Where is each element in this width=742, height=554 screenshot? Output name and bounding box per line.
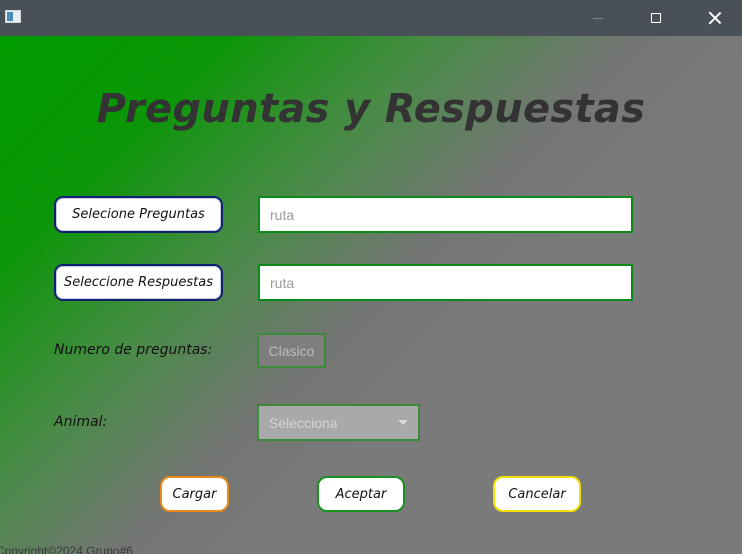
app-icon <box>5 10 21 23</box>
select-respuestas-button[interactable]: Seleccione Respuestas <box>54 264 223 301</box>
close-button[interactable] <box>686 0 742 36</box>
aceptar-button[interactable]: Aceptar <box>317 476 405 512</box>
select-preguntas-button[interactable]: Selecione Preguntas <box>54 196 223 233</box>
cargar-button[interactable]: Cargar <box>160 476 229 512</box>
animal-select-placeholder: Selecciona <box>269 414 338 431</box>
minimize-button[interactable] <box>569 0 627 36</box>
minimize-icon <box>593 17 603 19</box>
title-bar <box>0 0 742 36</box>
numero-preguntas-field: Clasico <box>257 333 326 368</box>
maximize-button[interactable] <box>627 0 685 36</box>
close-icon <box>708 11 722 25</box>
chevron-down-icon <box>398 420 408 425</box>
animal-label: Animal: <box>54 414 108 430</box>
animal-select[interactable]: Selecciona <box>257 404 420 441</box>
respuestas-path-input[interactable]: ruta <box>258 264 633 301</box>
preguntas-path-input[interactable]: ruta <box>258 196 633 233</box>
cancelar-button[interactable]: Cancelar <box>493 476 581 512</box>
preguntas-path-placeholder: ruta <box>270 206 295 223</box>
respuestas-path-placeholder: ruta <box>270 274 295 291</box>
maximize-icon <box>651 13 661 23</box>
page-title: Preguntas y Respuestas <box>96 86 646 132</box>
numero-preguntas-label: Numero de preguntas: <box>54 342 213 358</box>
main-panel: Preguntas y Respuestas Selecione Pregunt… <box>0 36 742 554</box>
copyright-text: Copyright©2024 Grupo#6 <box>0 544 133 554</box>
